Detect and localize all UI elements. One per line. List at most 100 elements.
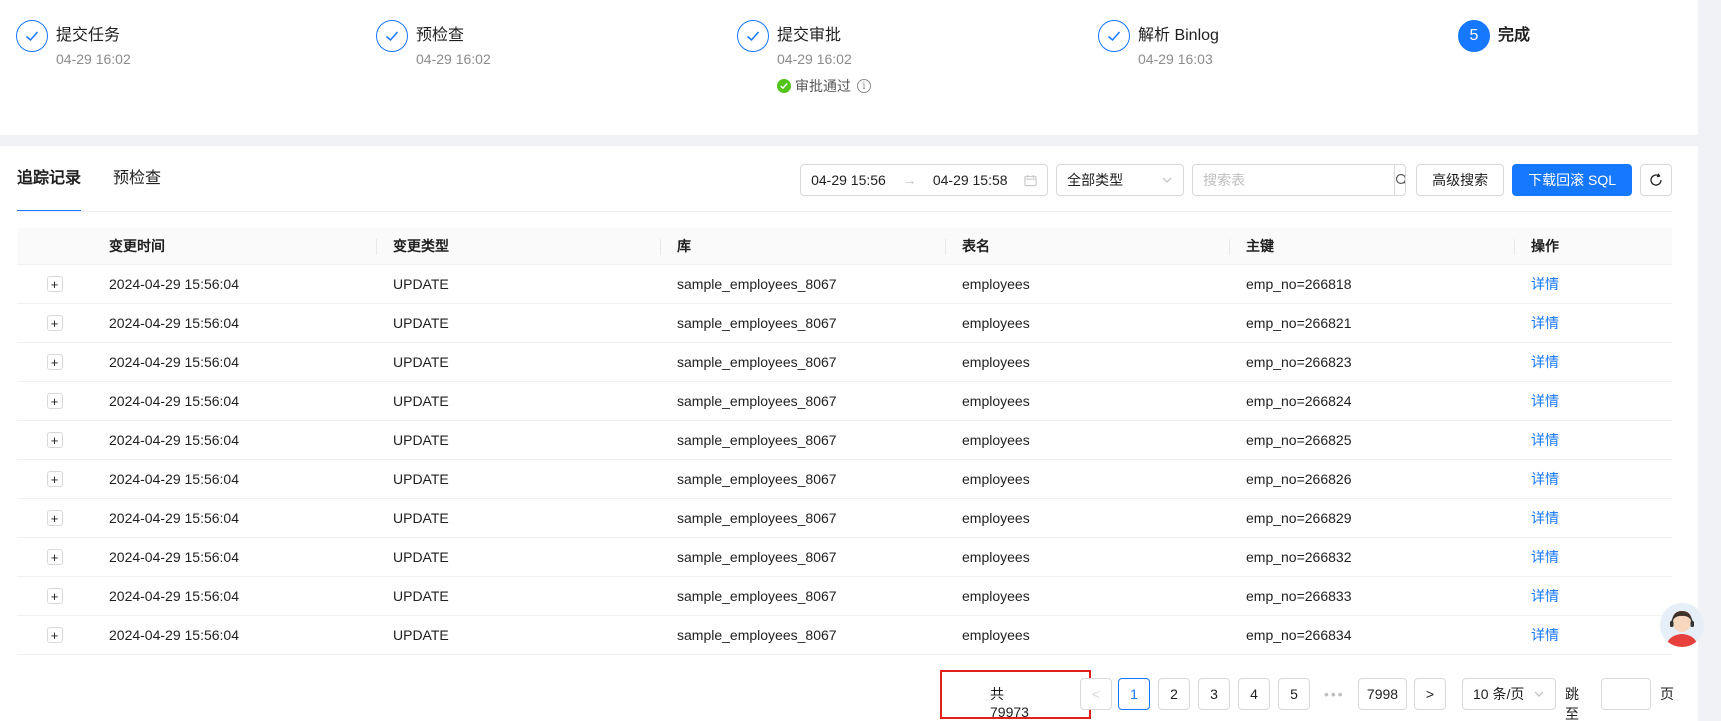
- range-start: 04-29 15:56: [811, 172, 886, 188]
- cell-action: 详情: [1514, 616, 1672, 654]
- cell-change-type: UPDATE: [393, 627, 449, 643]
- cell-database: sample_employees_8067: [677, 627, 837, 643]
- step-time: 04-29 16:03: [1138, 51, 1213, 67]
- header-database: 库: [660, 228, 945, 264]
- step-submit: 提交任务 04-29 16:02: [16, 20, 131, 68]
- cell-action: 详情: [1514, 304, 1672, 342]
- search-button[interactable]: [1394, 165, 1406, 195]
- check-icon: [16, 20, 48, 52]
- detail-link[interactable]: 详情: [1531, 508, 1559, 528]
- expand-row-button[interactable]: +: [46, 627, 63, 643]
- expand-cell: +: [17, 499, 92, 537]
- advanced-search-button[interactable]: 高级搜索: [1416, 164, 1505, 196]
- cell-database: sample_employees_8067: [677, 432, 837, 448]
- cell-table-name: employees: [962, 354, 1030, 370]
- detail-link[interactable]: 详情: [1531, 625, 1559, 645]
- expand-cell: +: [17, 304, 92, 342]
- cell-primary-key: emp_no=266834: [1246, 627, 1352, 643]
- cell-change-type: UPDATE: [393, 549, 449, 565]
- header-change-time: 变更时间: [109, 238, 165, 254]
- cell-primary-key: emp_no=266829: [1246, 510, 1352, 526]
- refresh-button[interactable]: [1640, 164, 1672, 196]
- detail-link[interactable]: 详情: [1531, 547, 1559, 567]
- detail-link[interactable]: 详情: [1531, 313, 1559, 333]
- table-row: +2024-04-29 15:56:04 UPDATE sample_employe…: [17, 460, 1672, 499]
- cell-change-type: UPDATE: [393, 588, 449, 604]
- cell-change-type: UPDATE: [393, 393, 449, 409]
- header-primary-key: 主键: [1229, 228, 1514, 264]
- cell-change-time: 2024-04-29 15:56:04: [109, 627, 239, 643]
- page-size-select[interactable]: 10 条/页: [1462, 678, 1556, 710]
- next-page-button[interactable]: >: [1414, 678, 1446, 710]
- cell-table-name: employees: [962, 432, 1030, 448]
- cell-primary-key: emp_no=266833: [1246, 588, 1352, 604]
- tab-precheck[interactable]: 预检查: [113, 146, 161, 212]
- cell-change-type: UPDATE: [393, 315, 449, 331]
- prev-page-button[interactable]: <: [1080, 678, 1112, 710]
- cell-action: 详情: [1514, 460, 1672, 498]
- check-icon: [376, 20, 408, 52]
- pagination-ellipsis[interactable]: •••: [1324, 678, 1345, 710]
- expand-row-button[interactable]: +: [46, 354, 63, 370]
- step-title: 提交审批: [777, 27, 842, 44]
- records-panel: 追踪记录 预检查 04-29 15:56 → 04-29 15:58 全部类型 …: [0, 146, 1698, 721]
- expand-cell: +: [17, 577, 92, 615]
- change-type-value: 全部类型: [1067, 172, 1124, 188]
- page-scrollbar-track[interactable]: [1698, 0, 1721, 721]
- page-5[interactable]: 5: [1278, 678, 1310, 710]
- page-4[interactable]: 4: [1238, 678, 1270, 710]
- jump-page-input[interactable]: [1601, 678, 1651, 710]
- change-type-select[interactable]: 全部类型: [1056, 164, 1185, 196]
- header-table-name: 表名: [945, 228, 1229, 264]
- expand-row-button[interactable]: +: [46, 393, 63, 409]
- download-rollback-sql-button[interactable]: 下载回滚 SQL: [1512, 164, 1632, 196]
- cell-change-type: UPDATE: [393, 276, 449, 292]
- tab-trace-records[interactable]: 追踪记录: [17, 146, 82, 212]
- page-2[interactable]: 2: [1158, 678, 1190, 710]
- detail-link[interactable]: 详情: [1531, 430, 1559, 450]
- cell-action: 详情: [1514, 265, 1672, 303]
- support-avatar[interactable]: [1660, 603, 1704, 647]
- detail-link[interactable]: 详情: [1531, 469, 1559, 489]
- cell-change-type: UPDATE: [393, 354, 449, 370]
- check-icon: [737, 20, 769, 52]
- expand-row-button[interactable]: +: [46, 510, 63, 526]
- page-size-value: 10 条/页: [1473, 686, 1525, 702]
- expand-row-button[interactable]: +: [46, 432, 63, 448]
- detail-link[interactable]: 详情: [1531, 274, 1559, 294]
- page-1[interactable]: 1: [1118, 678, 1150, 710]
- cell-change-time: 2024-04-29 15:56:04: [109, 393, 239, 409]
- chevron-left-icon: <: [1091, 686, 1101, 702]
- table-row: +2024-04-29 15:56:04 UPDATE sample_employe…: [17, 421, 1672, 460]
- expand-row-button[interactable]: +: [46, 471, 63, 487]
- info-icon[interactable]: i: [857, 79, 871, 93]
- table-row: +2024-04-29 15:56:04 UPDATE sample_employe…: [17, 265, 1672, 304]
- search-input[interactable]: [1193, 165, 1395, 195]
- cell-change-time: 2024-04-29 15:56:04: [109, 471, 239, 487]
- expand-row-button[interactable]: +: [46, 315, 63, 331]
- expand-row-button[interactable]: +: [46, 549, 63, 565]
- cell-database: sample_employees_8067: [677, 315, 837, 331]
- total-count: 共 79973 条: [990, 686, 1029, 720]
- detail-link[interactable]: 详情: [1531, 586, 1559, 606]
- expand-row-button[interactable]: +: [46, 276, 63, 292]
- table-row: +2024-04-29 15:56:04 UPDATE sample_employe…: [17, 304, 1672, 343]
- step-number: 5: [1458, 20, 1490, 52]
- cell-table-name: employees: [962, 588, 1030, 604]
- expand-row-button[interactable]: +: [46, 588, 63, 604]
- step-title: 预检查: [416, 27, 465, 44]
- cell-database: sample_employees_8067: [677, 549, 837, 565]
- page-last[interactable]: 7998: [1358, 678, 1407, 710]
- page-3[interactable]: 3: [1198, 678, 1230, 710]
- cell-change-type: UPDATE: [393, 471, 449, 487]
- header-action: 操作: [1514, 228, 1672, 264]
- cell-change-time: 2024-04-29 15:56:04: [109, 276, 239, 292]
- date-range-picker[interactable]: 04-29 15:56 → 04-29 15:58: [800, 164, 1049, 196]
- detail-link[interactable]: 详情: [1531, 352, 1559, 372]
- detail-link[interactable]: 详情: [1531, 391, 1559, 411]
- chevron-right-icon: >: [1425, 686, 1435, 702]
- cell-database: sample_employees_8067: [677, 354, 837, 370]
- expand-cell: +: [17, 616, 92, 654]
- cell-action: 详情: [1514, 538, 1672, 576]
- cell-primary-key: emp_no=266826: [1246, 471, 1352, 487]
